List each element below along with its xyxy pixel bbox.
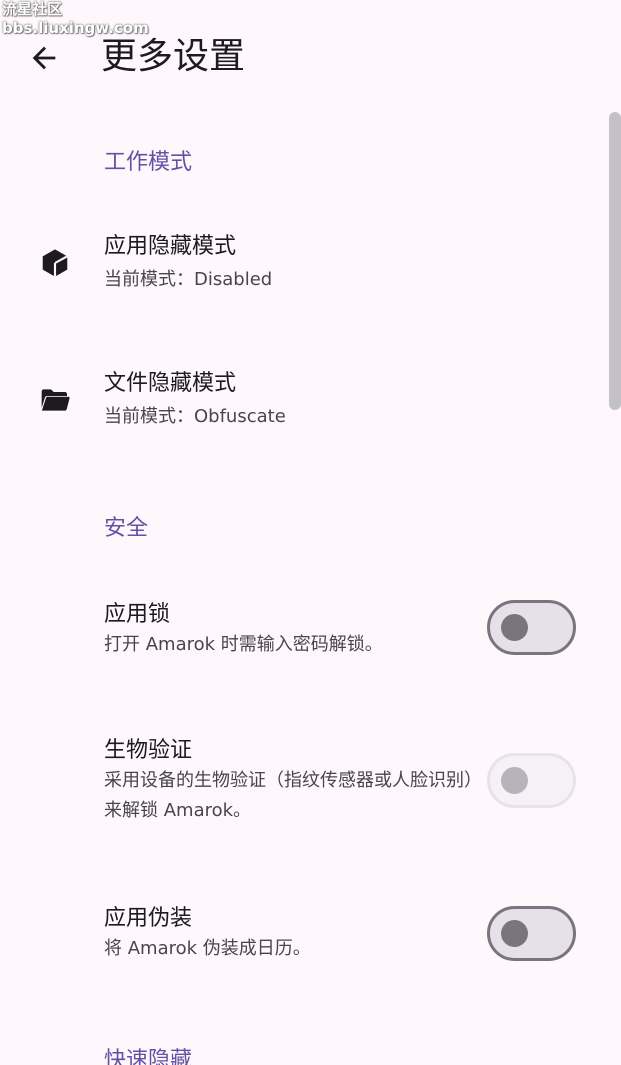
section-header-work-mode: 工作模式 [104, 150, 193, 175]
watermark: 流星社区 bbs.liuxingw.com [2, 0, 149, 38]
file-hide-mode-item[interactable]: 文件隐藏模式 当前模式：Obfuscate [0, 362, 606, 474]
section-header-security: 安全 [104, 516, 149, 541]
app-lock-title: 应用锁 [104, 602, 171, 627]
section-header-quick-hide: 快速隐藏 [104, 1048, 193, 1065]
app-disguise-title: 应用伪装 [104, 906, 193, 931]
app-hide-mode-title: 应用隐藏模式 [104, 234, 237, 259]
watermark-line-2: bbs.liuxingw.com [2, 19, 149, 37]
biometric-title: 生物验证 [104, 738, 193, 763]
switch-thumb [501, 767, 528, 794]
switch-thumb [501, 920, 528, 947]
file-hide-mode-title: 文件隐藏模式 [104, 371, 237, 396]
watermark-line-1: 流星社区 [2, 0, 63, 18]
biometric-switch[interactable] [487, 753, 576, 808]
folder-open-icon [38, 383, 72, 417]
app-lock-subtitle: 打开 Amarok 时需输入密码解锁。 [104, 634, 383, 655]
app-hide-mode-subtitle: 当前模式：Disabled [104, 269, 273, 290]
biometric-item[interactable]: 生物验证 采用设备的生物验证（指纹传感器或人脸识别）来解锁 Amarok。 [0, 730, 606, 860]
biometric-subtitle: 采用设备的生物验证（指纹传感器或人脸识别）来解锁 Amarok。 [104, 770, 473, 821]
page-title: 更多设置 [101, 36, 246, 77]
app-disguise-switch[interactable] [487, 906, 576, 961]
switch-thumb [501, 614, 528, 641]
app-lock-switch[interactable] [487, 600, 576, 655]
file-hide-mode-subtitle: 当前模式：Obfuscate [104, 406, 286, 427]
arrow-left-icon [32, 46, 56, 70]
back-button[interactable] [22, 36, 66, 80]
app-lock-item[interactable]: 应用锁 打开 Amarok 时需输入密码解锁。 [0, 590, 606, 702]
app-hide-mode-item[interactable]: 应用隐藏模式 当前模式：Disabled [0, 225, 606, 337]
app-disguise-item[interactable]: 应用伪装 将 Amarok 伪装成日历。 [0, 896, 606, 1008]
cube-icon [38, 246, 72, 280]
app-disguise-subtitle: 将 Amarok 伪装成日历。 [104, 938, 311, 959]
scrollbar-thumb[interactable] [609, 112, 621, 410]
settings-screen: 流星社区 bbs.liuxingw.com 更多设置 工作模式 应用隐藏模式 当… [0, 0, 621, 1065]
